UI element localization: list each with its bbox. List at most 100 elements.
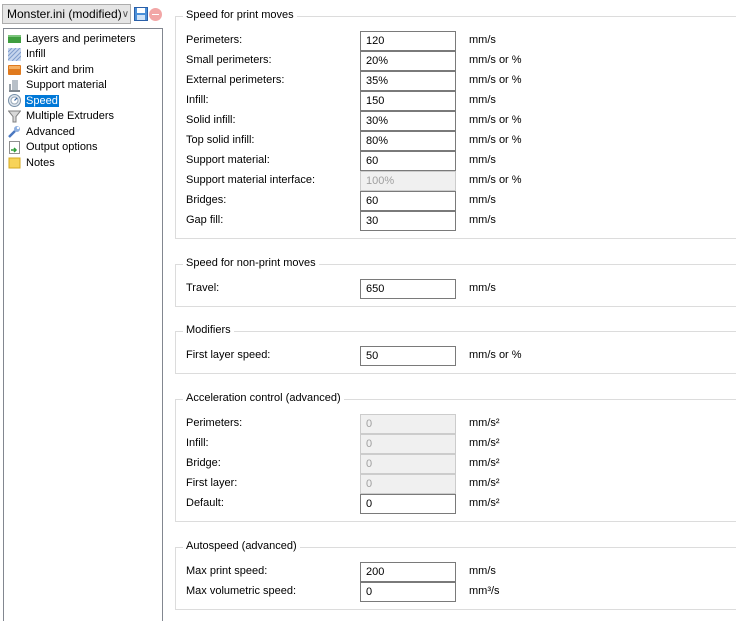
travel-speed-input[interactable] bbox=[360, 279, 456, 299]
setting-unit: mm/s bbox=[469, 214, 496, 226]
setting-row-infill-accel: Infill: mm/s² bbox=[186, 434, 686, 454]
setting-unit: mm/s bbox=[469, 194, 496, 206]
group-title: Speed for non-print moves bbox=[183, 257, 319, 269]
infill-acceleration-input bbox=[360, 434, 456, 454]
preset-dropdown[interactable]: Monster.ini (modified) ∨ bbox=[2, 4, 131, 24]
setting-label: Bridge: bbox=[186, 457, 221, 469]
setting-unit: mm/s bbox=[469, 282, 496, 294]
skirt-icon bbox=[8, 65, 21, 76]
setting-label: Small perimeters: bbox=[186, 54, 272, 66]
setting-unit: mm³/s bbox=[469, 585, 500, 597]
setting-label: Infill: bbox=[186, 94, 209, 106]
sidebar-item-layers-and-perimeters[interactable]: Layers and perimeters bbox=[4, 31, 162, 47]
group-title: Acceleration control (advanced) bbox=[183, 392, 344, 404]
support-icon bbox=[9, 79, 20, 92]
first-layer-acceleration-input bbox=[360, 474, 456, 494]
setting-row-support-material: Support material: mm/s bbox=[186, 151, 686, 171]
speedometer-icon bbox=[8, 94, 21, 108]
group-non-print-moves: Speed for non-print moves Travel: mm/s bbox=[175, 257, 736, 307]
setting-unit: mm/s² bbox=[469, 477, 500, 489]
setting-row-support-material-interface: Support material interface: mm/s or % bbox=[186, 171, 686, 191]
support-material-interface-speed-input bbox=[360, 171, 456, 191]
default-acceleration-input[interactable] bbox=[360, 494, 456, 514]
setting-row-max-print-speed: Max print speed: mm/s bbox=[186, 562, 686, 582]
save-preset-button[interactable] bbox=[134, 7, 148, 21]
setting-unit: mm/s or % bbox=[469, 349, 522, 361]
sidebar-item-label: Speed bbox=[25, 94, 59, 107]
group-autospeed: Autospeed (advanced) Max print speed: mm… bbox=[175, 540, 736, 610]
setting-unit: mm/s or % bbox=[469, 54, 522, 66]
left-panel: Monster.ini (modified) ∨ Layers and peri… bbox=[0, 0, 164, 621]
preset-name: Monster.ini (modified) bbox=[7, 7, 122, 21]
bridges-speed-input[interactable] bbox=[360, 191, 456, 211]
sidebar-item-skirt-and-brim[interactable]: Skirt and brim bbox=[4, 62, 162, 78]
sidebar-item-output-options[interactable]: Output options bbox=[4, 140, 162, 156]
group-title: Autospeed (advanced) bbox=[183, 540, 300, 552]
max-volumetric-speed-input[interactable] bbox=[360, 582, 456, 602]
layers-icon bbox=[8, 35, 21, 44]
group-modifiers: Modifiers First layer speed: mm/s or % bbox=[175, 324, 736, 374]
perimeters-speed-input[interactable] bbox=[360, 31, 456, 51]
setting-label: Support material: bbox=[186, 154, 270, 166]
preset-row: Monster.ini (modified) ∨ bbox=[2, 3, 162, 25]
setting-label: First layer: bbox=[186, 477, 238, 489]
setting-label: Perimeters: bbox=[186, 34, 243, 46]
setting-row-bridges: Bridges: mm/s bbox=[186, 191, 686, 211]
setting-row-bridge-accel: Bridge: mm/s² bbox=[186, 454, 686, 474]
setting-unit: mm/s bbox=[469, 565, 496, 577]
sidebar-item-notes[interactable]: Notes bbox=[4, 155, 162, 171]
sidebar-item-support-material[interactable]: Support material bbox=[4, 78, 162, 94]
setting-row-perimeters: Perimeters: mm/s bbox=[186, 31, 686, 51]
gap-fill-speed-input[interactable] bbox=[360, 211, 456, 231]
setting-label: Top solid infill: bbox=[186, 134, 255, 146]
perimeters-acceleration-input bbox=[360, 414, 456, 434]
sidebar-item-label: Output options bbox=[26, 141, 98, 154]
top-solid-infill-speed-input[interactable] bbox=[360, 131, 456, 151]
sidebar-item-label: Infill bbox=[26, 48, 46, 61]
infill-speed-input[interactable] bbox=[360, 91, 456, 111]
setting-label: Max volumetric speed: bbox=[186, 585, 297, 597]
setting-row-gap-fill: Gap fill: mm/s bbox=[186, 211, 686, 231]
settings-tree: Layers and perimeters Infill Skirt and b… bbox=[3, 28, 163, 621]
chevron-down-icon: ∨ bbox=[121, 8, 130, 20]
setting-row-default-accel: Default: mm/s² bbox=[186, 494, 686, 514]
setting-label: Max print speed: bbox=[186, 565, 268, 577]
sidebar-item-speed[interactable]: Speed bbox=[4, 93, 162, 109]
setting-row-travel: Travel: mm/s bbox=[186, 279, 686, 299]
setting-label: Perimeters: bbox=[186, 417, 243, 429]
first-layer-speed-input[interactable] bbox=[360, 346, 456, 366]
group-title: Speed for print moves bbox=[183, 9, 297, 21]
setting-row-perimeters-accel: Perimeters: mm/s² bbox=[186, 414, 686, 434]
solid-infill-speed-input[interactable] bbox=[360, 111, 456, 131]
setting-unit: mm/s² bbox=[469, 497, 500, 509]
sidebar-item-multiple-extruders[interactable]: Multiple Extruders bbox=[4, 109, 162, 125]
setting-label: Infill: bbox=[186, 437, 209, 449]
support-material-speed-input[interactable] bbox=[360, 151, 456, 171]
setting-unit: mm/s or % bbox=[469, 174, 522, 186]
group-print-moves: Speed for print moves Perimeters: mm/s S… bbox=[175, 9, 736, 239]
sidebar-item-infill[interactable]: Infill bbox=[4, 47, 162, 63]
delete-preset-button[interactable] bbox=[149, 7, 162, 21]
setting-label: External perimeters: bbox=[186, 74, 285, 86]
sidebar-item-advanced[interactable]: Advanced bbox=[4, 124, 162, 140]
setting-row-small-perimeters: Small perimeters: mm/s or % bbox=[186, 51, 686, 71]
setting-label: Default: bbox=[186, 497, 224, 509]
setting-unit: mm/s bbox=[469, 34, 496, 46]
setting-unit: mm/s² bbox=[469, 457, 500, 469]
setting-unit: mm/s or % bbox=[469, 74, 522, 86]
external-perimeters-speed-input[interactable] bbox=[360, 71, 456, 91]
setting-label: Bridges: bbox=[186, 194, 227, 206]
setting-label: Solid infill: bbox=[186, 114, 236, 126]
bridge-acceleration-input bbox=[360, 454, 456, 474]
small-perimeters-speed-input[interactable] bbox=[360, 51, 456, 71]
sidebar-item-label: Support material bbox=[26, 79, 107, 92]
setting-unit: mm/s² bbox=[469, 437, 500, 449]
max-print-speed-input[interactable] bbox=[360, 562, 456, 582]
sidebar-item-label: Notes bbox=[26, 156, 55, 169]
setting-label: Support material interface: bbox=[186, 174, 316, 186]
funnel-icon bbox=[8, 110, 21, 123]
setting-label: Travel: bbox=[186, 282, 220, 294]
note-icon bbox=[8, 157, 21, 169]
infill-icon bbox=[8, 47, 21, 61]
setting-row-solid-infill: Solid infill: mm/s or % bbox=[186, 111, 686, 131]
